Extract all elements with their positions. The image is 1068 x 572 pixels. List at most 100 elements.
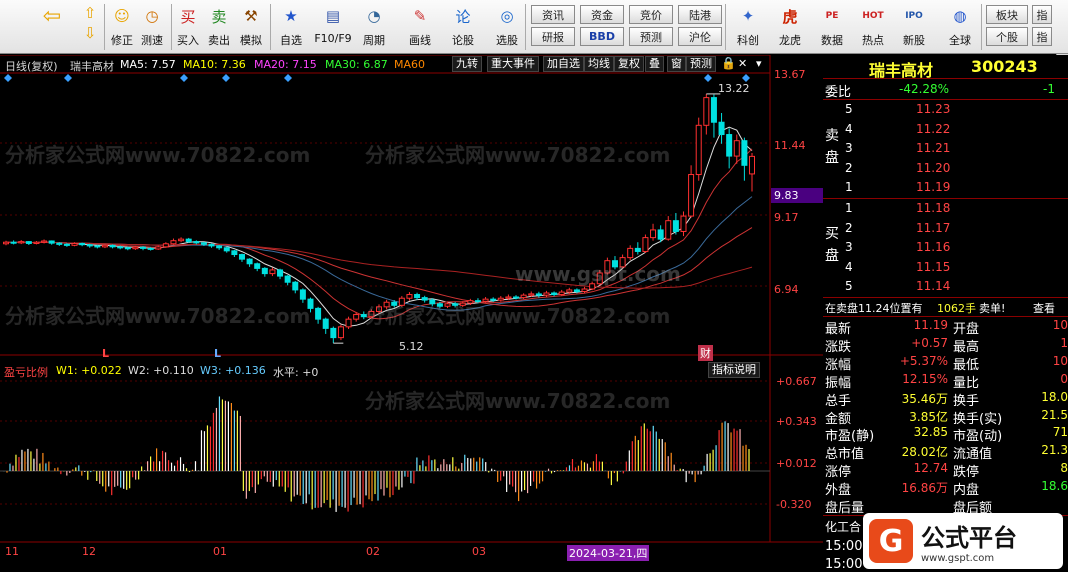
quick-button[interactable]: 陆港 xyxy=(678,5,722,24)
candle-body xyxy=(642,237,649,252)
quick-button[interactable]: BBD xyxy=(580,27,624,46)
buy-icon: 买 xyxy=(180,7,196,26)
indicator-help-button[interactable]: 指标说明 xyxy=(708,362,760,378)
toolbar-label: 买入 xyxy=(177,34,199,47)
toolbar-button-1[interactable]: ☺ 修正 xyxy=(108,3,136,51)
toolbar-button-9[interactable]: ✎ 画线 xyxy=(400,3,440,51)
toolbar-right-button-0[interactable]: ✦ 科创 xyxy=(732,3,764,51)
stat-value: 12.15% xyxy=(902,371,948,386)
toolbar-right-button-5[interactable]: ◍ 全球 xyxy=(944,3,976,51)
toolbar-button-4[interactable]: 卖卖出 xyxy=(205,3,233,51)
candle-body xyxy=(558,291,565,296)
orderbook-price: 11.17 xyxy=(916,220,951,235)
stat-label: 换手(实) xyxy=(953,411,1003,427)
up-arrow-icon: ⇧ xyxy=(83,4,97,22)
quick-button[interactable]: 竞价 xyxy=(629,5,673,24)
stat-value: 16.86万 xyxy=(901,481,948,496)
candle-body xyxy=(63,243,70,246)
toolbar-back[interactable]: ⇦ xyxy=(38,3,66,51)
toolbar-right-button-2[interactable]: PE 数据 xyxy=(816,3,848,51)
toolbar-label: 自选 xyxy=(280,34,302,47)
candle-body xyxy=(170,240,177,245)
candle-body xyxy=(33,241,40,244)
toolbar-button-3[interactable]: 买买入 xyxy=(174,3,202,51)
candle-body xyxy=(178,238,185,242)
quick-button[interactable]: 资讯 xyxy=(531,5,575,24)
candle-body xyxy=(322,318,329,329)
logo-g-icon: G xyxy=(869,519,913,563)
candle-body xyxy=(345,318,352,328)
candle-body xyxy=(124,247,131,250)
toolbar-label: 修正 xyxy=(111,34,133,47)
toolbar-button-5[interactable]: ⚒ 模拟 xyxy=(237,3,265,51)
indicator-level: 水平: +0 xyxy=(273,366,319,379)
toolbar-label: 周期 xyxy=(363,34,385,47)
price-tick: 11.44 xyxy=(774,139,806,152)
candle-body xyxy=(703,97,710,126)
candle-body xyxy=(650,229,657,239)
quick-button[interactable]: 资金 xyxy=(580,5,624,24)
candle-body xyxy=(269,269,276,275)
toolbar-right-button-1[interactable]: 虎龙虎 xyxy=(776,3,804,51)
indicator-tick: +0.667 xyxy=(776,375,817,388)
window-icon: ▤ xyxy=(325,7,341,25)
ma10-line xyxy=(5,148,753,320)
toolbar-button-10[interactable]: 论论股 xyxy=(447,3,479,51)
price-tick: 13.67 xyxy=(774,68,806,81)
quick-button[interactable]: 研报 xyxy=(531,27,575,46)
candle-body xyxy=(109,244,116,248)
candle-body xyxy=(48,240,55,244)
sector-label: 化工合 xyxy=(825,520,862,534)
toolbar-right-button-4[interactable]: IPO 新股 xyxy=(900,3,928,51)
quick-button[interactable]: 个股 xyxy=(986,27,1028,46)
candle-body xyxy=(41,240,48,243)
candle-body xyxy=(315,307,322,320)
toolbar-label: 热点 xyxy=(862,34,884,47)
toolbar-label: 全球 xyxy=(949,34,971,47)
l-marker: L xyxy=(102,347,110,360)
quick-button[interactable]: 指 xyxy=(1032,5,1052,24)
stat-label: 市盈(动) xyxy=(953,429,1003,445)
event-tag[interactable]: 财 xyxy=(698,345,713,361)
candle-body xyxy=(741,140,748,166)
candle-body xyxy=(718,121,725,136)
candle-body xyxy=(155,246,162,250)
big-order-tag: 卖单! xyxy=(979,302,1006,315)
candle-body xyxy=(710,97,717,123)
candle-body xyxy=(337,326,344,339)
candle-body xyxy=(117,246,124,249)
toolbar-button-2[interactable]: ◷ 测速 xyxy=(138,3,166,51)
stat-value: 1 xyxy=(1060,335,1068,350)
candle-body xyxy=(94,245,101,248)
stat-value: 28.02亿 xyxy=(901,445,948,460)
logo: G 公式平台 www.gspt.com xyxy=(863,513,1063,569)
toolbar-button-11[interactable]: ◎ 选股 xyxy=(490,3,524,51)
stat-label: 总市值 xyxy=(825,447,865,463)
orderbook-price: 11.19 xyxy=(916,180,951,195)
quick-button[interactable]: 板块 xyxy=(986,5,1028,24)
candle-body xyxy=(520,294,527,299)
quick-button[interactable]: 预测 xyxy=(629,27,673,46)
quick-button[interactable]: 指 xyxy=(1032,27,1052,46)
stat-label: 换手 xyxy=(953,393,980,409)
stat-value: 10 xyxy=(1052,353,1068,368)
toolbar-button-7[interactable]: ▤ F10/F9 xyxy=(313,3,353,51)
l-marker: L xyxy=(214,347,222,360)
signal-diamond xyxy=(222,74,230,82)
orderbook-price: 11.23 xyxy=(916,102,951,116)
candle-body xyxy=(193,241,200,244)
big-order-link[interactable]: 查看 xyxy=(1033,300,1055,316)
back-arrow-icon: ⇦ xyxy=(42,3,62,29)
toolbar-button-8[interactable]: ◔ 周期 xyxy=(356,3,392,51)
toolbar-right-button-3[interactable]: HOT 热点 xyxy=(859,3,887,51)
candle-body xyxy=(25,241,32,244)
candle-body xyxy=(216,245,223,249)
orderbook-price: 11.21 xyxy=(916,141,951,156)
stat-value: 12.74 xyxy=(913,461,948,476)
toolbar-button-6[interactable]: ★ 自选 xyxy=(274,3,308,51)
toolbar-updown[interactable]: ⇧ ⇩ xyxy=(78,3,102,51)
quick-button[interactable]: 沪伦 xyxy=(678,27,722,46)
stat-label: 量比 xyxy=(953,375,980,391)
chart-area[interactable]: 日线(复权) 瑞丰高材 MA5: 7.57 MA10: 7.36 MA20: 7… xyxy=(0,55,823,571)
signal-diamond xyxy=(284,74,292,82)
